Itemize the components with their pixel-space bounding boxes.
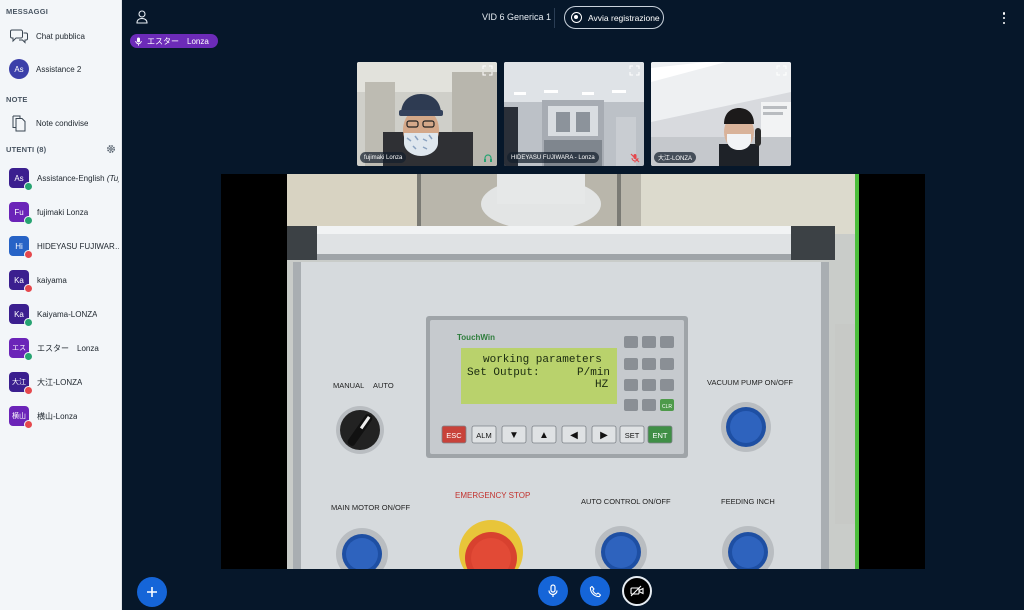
headphones-icon [484,154,492,162]
room-name: VID 6 Generica 1 [482,12,552,22]
expand-icon[interactable] [629,65,640,76]
user-name: kaiyama [37,275,67,285]
phone-button[interactable] [580,576,610,606]
auto-label: AUTO [373,381,394,390]
keypad-clr: CLR [662,404,672,410]
user-list-item[interactable]: エス エスター Lonza [0,334,121,362]
hmi-key-label: ▼ [509,430,519,441]
record-icon [571,12,582,23]
user-name: HIDEYASU FUJIWAR… [37,241,119,251]
more-options-icon[interactable] [1002,12,1006,24]
user-list-item[interactable]: Fu fujimaki Lonza [0,198,121,226]
listen-status-icon [24,182,33,191]
you-suffix: (Tu) [106,173,119,183]
microphone-button[interactable] [538,576,568,606]
feeding-inch-label: FEEDING INCH [721,497,775,506]
phone-icon [589,585,601,597]
notes-section-title: NOTE [6,95,28,104]
record-button[interactable]: Avvia registrazione [564,6,664,29]
listen-status-icon [24,352,33,361]
hmi-key-label: ALM [476,431,491,440]
user-list-toggle-icon[interactable] [136,10,148,24]
webcam-name-tag: 大江-LONZA [654,152,697,163]
document-icon [9,113,29,133]
hmi-key-label: ◀ [570,430,578,441]
user-name: Assistance-English (Tu) [37,174,119,183]
muted-status-icon [24,250,33,259]
expand-icon[interactable] [482,65,493,76]
webcam-thumbnail[interactable]: HIDEYASU FUJIWARA - Lonza [504,62,644,166]
microphone-icon [548,584,558,597]
muted-status-icon [24,420,33,429]
user-name: エスター Lonza [37,343,99,353]
user-name: 大江-LONZA [37,377,83,387]
public-chat-item[interactable]: Chat pubblica [0,22,121,50]
user-name: 横山-Lonza [37,411,78,421]
actions-button[interactable] [137,577,167,607]
talking-indicator: エスター Lonza [130,34,218,48]
webcam-name-tag: fujimaki Lonza [360,152,407,163]
assistance-chat-label: Assistance 2 [36,64,82,74]
shared-notes-label: Note condivise [36,118,89,128]
emergency-stop-label: EMERGENCY STOP [455,491,530,500]
record-label: Avvia registrazione [588,13,660,23]
webcam-name-tag: HIDEYASU FUJIWARA - Lonza [507,152,599,163]
listen-status-icon [24,216,33,225]
hmi-key-label: SET [625,431,640,440]
lcd-line-2-left: Set Output: [467,367,540,379]
muted-status-icon [24,386,33,395]
avatar: As [9,59,29,79]
hmi-brand: TouchWin [457,333,495,342]
divider [554,8,555,28]
user-name: fujimaki Lonza [37,207,89,217]
expand-icon[interactable] [776,65,787,76]
lcd-line-3: HZ [595,379,609,391]
webcam-feed-oe [651,62,791,166]
webcam-thumbnail[interactable]: 大江-LONZA [651,62,791,166]
sidebar: MESSAGGI Chat pubblica As Assistance 2 N… [0,0,122,610]
user-list-item[interactable]: AsAssistance-English (Tu) [0,164,121,192]
top-bar: VID 6 Generica 1 Avvia registrazione [122,0,1024,36]
webcam-feed-fujimaki [357,62,497,166]
user-name: Kaiyama-LONZA [37,309,98,319]
machine-control-panel-feed: TouchWin working parameters Set Output: … [221,174,925,569]
user-list-item[interactable]: 大江 大江-LONZA [0,368,121,396]
user-list-item[interactable]: 横山 横山-Lonza [0,402,121,430]
webcam-feed-hideyasu [504,62,644,166]
assistance-chat-item[interactable]: As Assistance 2 [0,55,121,83]
hmi-key-label: ▶ [600,430,608,441]
messages-section-title: MESSAGGI [6,7,49,16]
main-video: TouchWin working parameters Set Output: … [221,174,925,569]
main-motor-label: MAIN MOTOR ON/OFF [331,503,410,512]
hmi-key-label: ▲ [539,430,549,441]
webcam-thumbnail[interactable]: fujimaki Lonza [357,62,497,166]
public-chat-label: Chat pubblica [36,31,85,41]
user-list-item[interactable]: Ka kaiyama [0,266,121,294]
chat-bubbles-icon [9,26,29,46]
lcd-line-2-right: P/min [577,367,610,379]
user-list-item[interactable]: Ka Kaiyama-LONZA [0,300,121,328]
manual-label: MANUAL [333,381,364,390]
plus-icon [147,587,157,597]
camera-button[interactable] [622,576,652,606]
microphone-icon [134,37,143,46]
auto-control-label: AUTO CONTROL ON/OFF [581,497,671,506]
users-section-title: UTENTI (8) [6,145,47,154]
shared-notes-item[interactable]: Note condivise [0,109,121,137]
lcd-line-1: working parameters [483,354,602,366]
video-off-icon [630,585,644,597]
muted-microphone-icon [630,153,640,163]
muted-status-icon [24,284,33,293]
gear-icon[interactable] [106,144,116,154]
hmi-key-label: ENT [653,431,668,440]
hmi-key-label: ESC [446,431,462,440]
main-area: VID 6 Generica 1 Avvia registrazione エスタ… [122,0,1024,610]
user-list-item[interactable]: Hi HIDEYASU FUJIWAR… [0,232,121,260]
listen-status-icon [24,318,33,327]
vacuum-pump-label: VACUUM PUMP ON/OFF [707,378,793,387]
talking-name: エスター Lonza [147,36,209,46]
